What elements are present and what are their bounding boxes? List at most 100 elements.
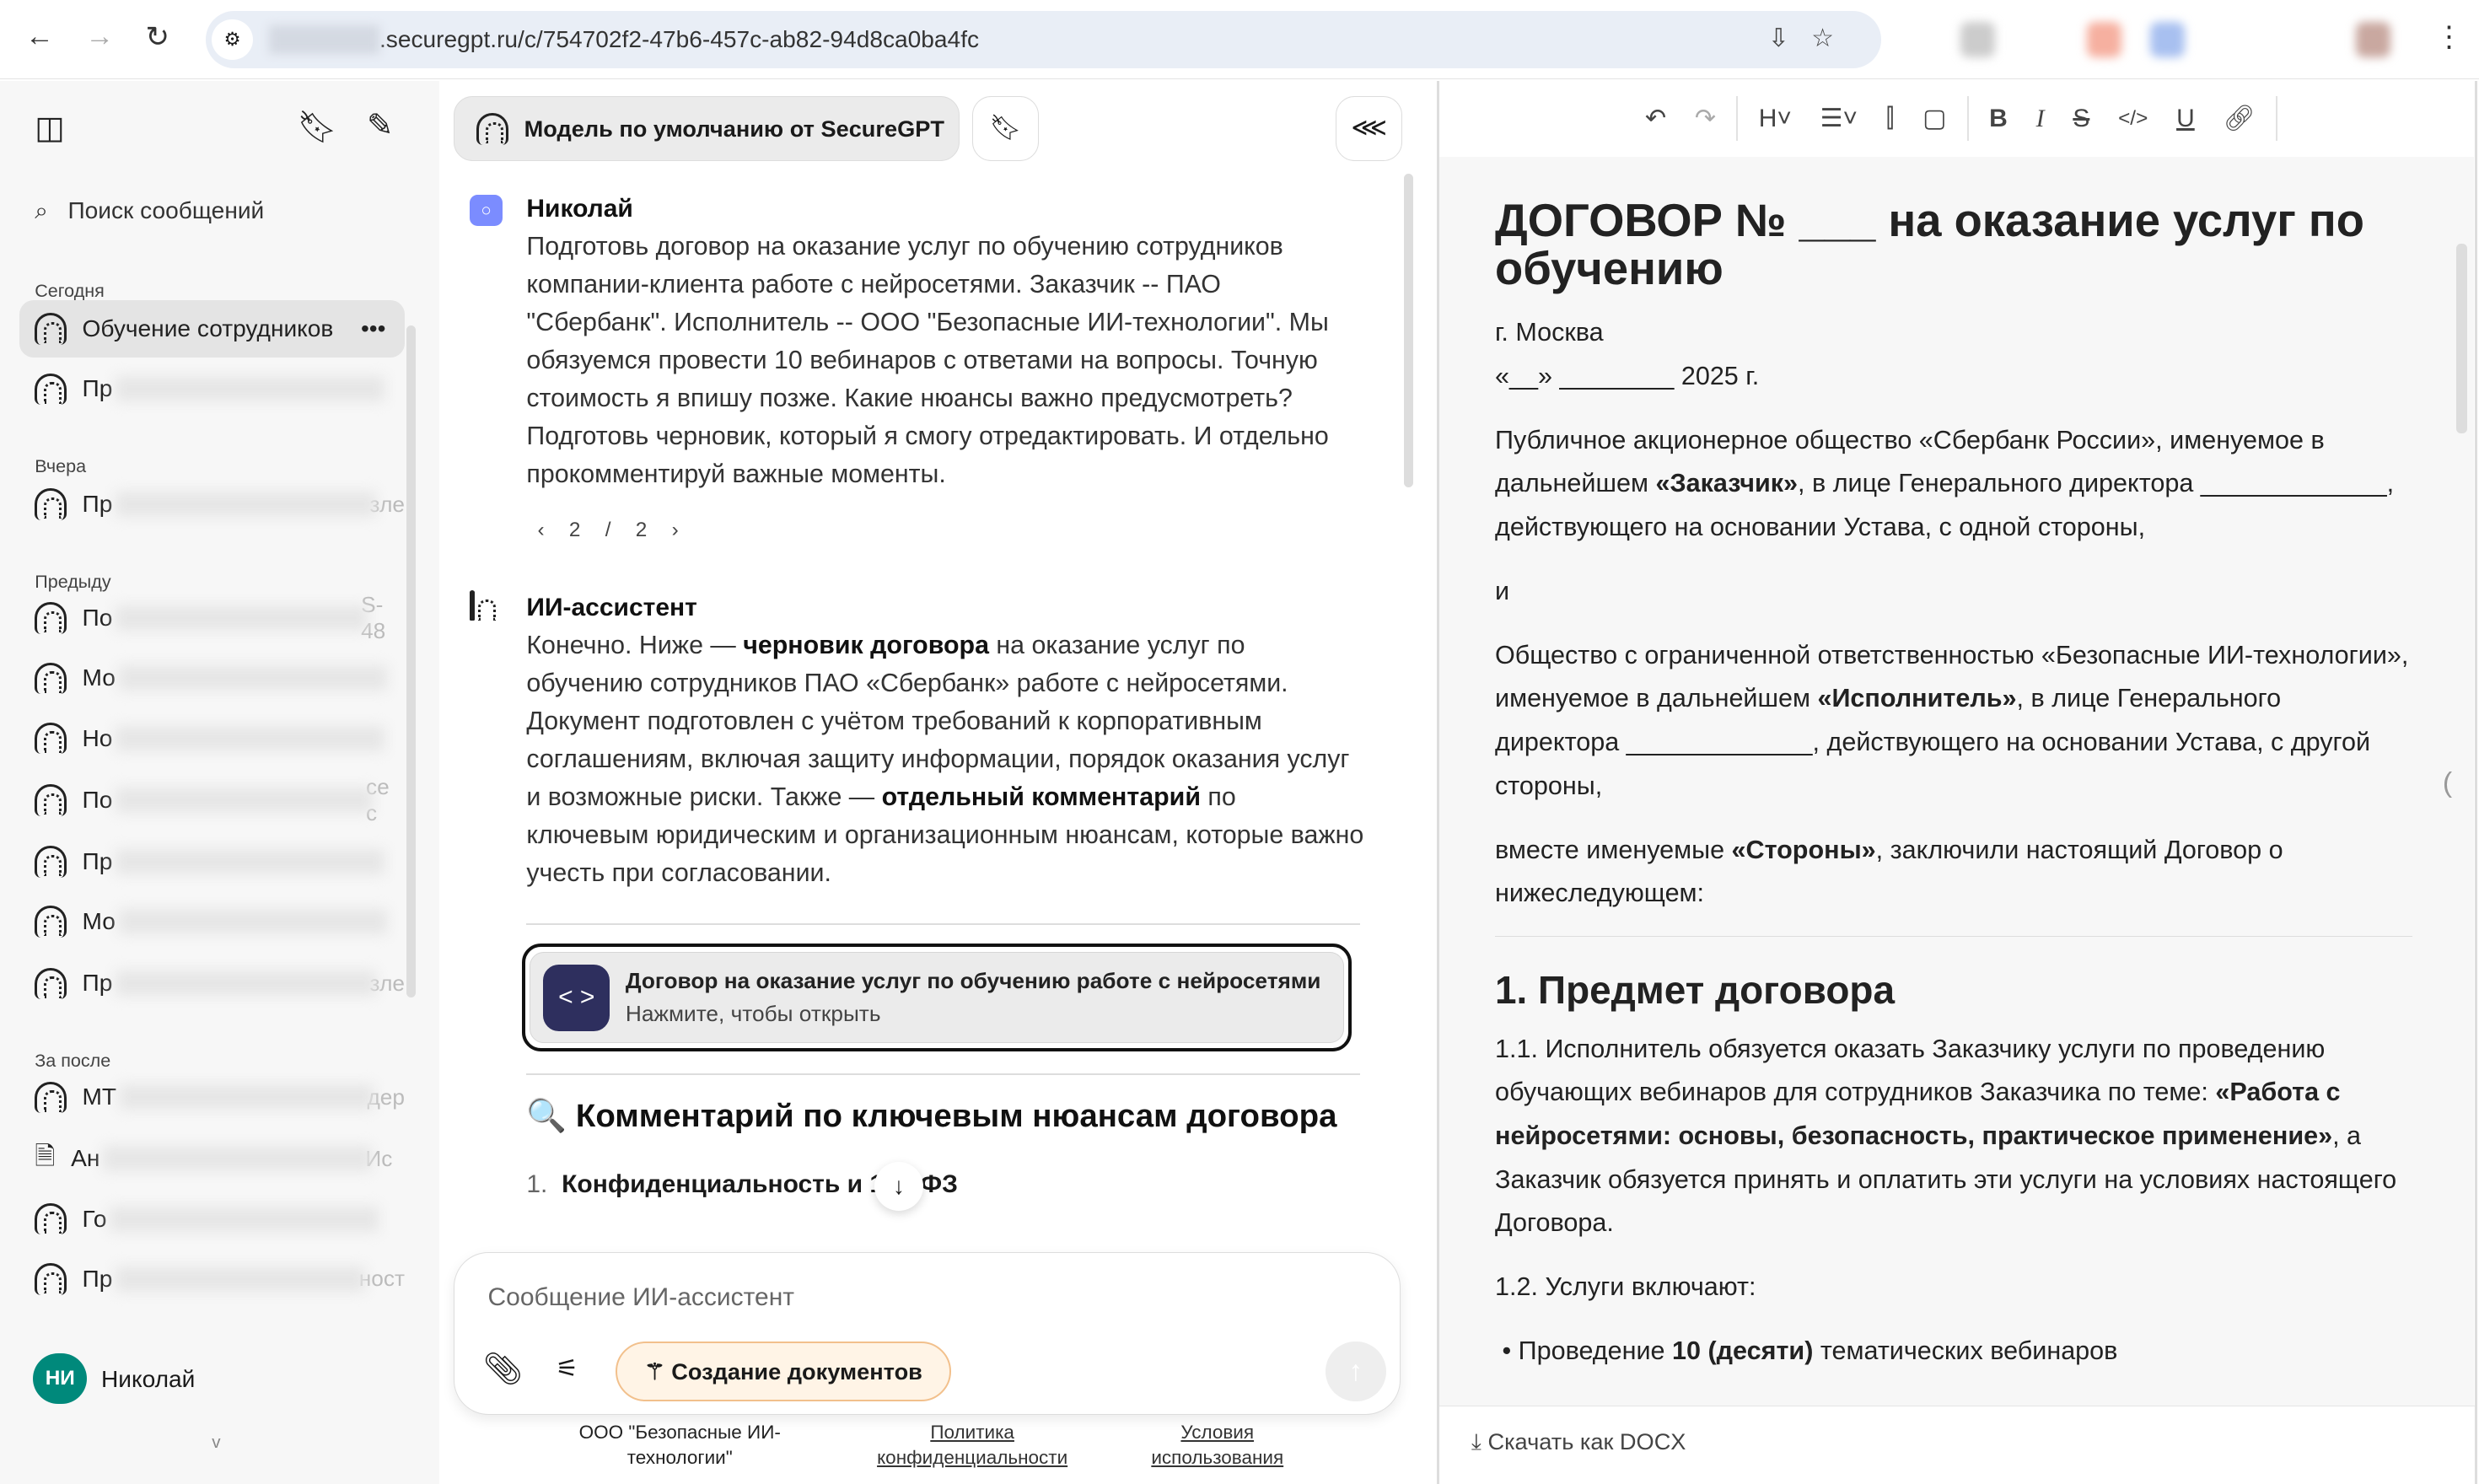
user-message: Николай Подготовь договор на оказание ус… [526,190,1364,493]
artifact-subtitle: Нажмите, чтобы открыть [625,1000,881,1026]
document-content[interactable]: ДОГОВОР № ___ на оказание услуг по обуче… [1439,156,2474,1406]
document-title: ДОГОВОР № ___ на оказание услуг по обуче… [1495,195,2364,294]
code-block-icon[interactable]: ▢ [1922,104,1946,133]
sidebar-chat-item[interactable]: Пр зле [19,476,405,533]
paragraph: Общество с ограниченной ответственностью… [1495,640,2409,800]
sidebar-chat-item[interactable]: Но [19,710,406,767]
search-messages[interactable]: ⌕ Поиск сообщений [35,197,264,225]
chevron-down-icon[interactable]: v [212,1433,220,1453]
download-docx-button[interactable]: ⤓ Скачать как DOCX [1439,1405,2476,1481]
document-editor: ↶ ↷ H˅ ☰˅ ⫿ ▢ B I S </> U 🔗︎ ДОГОВОР № ___ на ока… [1437,80,2478,1484]
fingerprint-icon [35,1202,67,1235]
fingerprint-icon [35,722,67,755]
blurred-title [116,376,384,402]
fingerprint-icon [35,967,67,999]
code-icon[interactable]: </> [2118,107,2148,131]
underline-icon[interactable]: U [2176,105,2195,133]
fingerprint-icon [476,113,508,145]
share-button[interactable]: ⋘ [1336,96,1403,162]
chat-title: По [82,605,113,632]
sidebar-chat-item[interactable]: Пр [19,833,406,890]
footer-company: ООО "Безопасные ИИ-технологии" [578,1421,781,1468]
scroll-down-button[interactable]: ↓ [874,1162,923,1212]
send-button[interactable]: ↑ [1326,1342,1386,1402]
profile-icon[interactable] [2355,22,2390,57]
redo-icon[interactable]: ↷ [1695,104,1716,133]
fingerprint-icon [35,602,67,634]
chat-title: Ан [71,1145,100,1172]
fingerprint-icon [35,1081,67,1113]
create-documents-button[interactable]: ⚚ Создание документов [616,1342,951,1402]
site-settings-icon[interactable]: ⚙ [212,19,253,61]
list-icon[interactable]: ☰˅ [1820,104,1858,133]
code-icon: < > [543,964,610,1031]
assistant-message-text: Конечно. Ниже — черновик договора на ока… [526,631,1364,887]
sidebar-chat-item[interactable]: Пр зле [19,955,405,1013]
strikethrough-icon[interactable]: S [2073,105,2089,133]
blurred-title [118,909,388,935]
new-chat-icon[interactable]: ✎ [367,106,393,143]
chat-scrollbar[interactable] [1404,174,1414,487]
date: «__» ________ 2025 г. [1495,361,1760,390]
blurred-title [116,787,373,813]
extension-icon[interactable] [2150,22,2186,57]
avatar[interactable]: НИ [33,1353,88,1404]
search-placeholder: Поиск сообщений [67,197,265,224]
blurred-title [116,848,384,874]
sidebar-chat-item[interactable]: Обучение сотрудников ••• [19,300,405,358]
panel-resize-handle[interactable]: ( [2443,766,2452,799]
bookmark-chat-button[interactable]: 🔖︎ [972,96,1039,162]
undo-icon[interactable]: ↶ [1645,104,1666,133]
sidebar-chat-item[interactable]: Пр ност [19,1250,405,1308]
bold-icon[interactable]: B [1989,105,2008,133]
artifact-card[interactable]: < > Договор на оказание услуг по обучени… [521,944,1352,1051]
sidebar-chat-item[interactable]: По се с [19,772,406,829]
model-selector[interactable]: Модель по умолчанию от SecureGPT [454,96,960,162]
menu-icon[interactable]: ⋮ [2435,20,2464,54]
address-bar[interactable]: ⚙ .securegpt.ru/c/754702f2-47b6-457c-ab8… [205,11,1882,68]
url-text: .securegpt.ru/c/754702f2-47b6-457c-ab82-… [379,25,980,52]
chat-title: Пр [82,1265,113,1292]
more-options-icon[interactable]: ••• [361,315,386,342]
sidebar-chat-item[interactable]: Мо [19,893,406,950]
user-name[interactable]: Николай [101,1366,195,1393]
prev-icon[interactable]: ‹ [538,519,545,541]
assistant-message: ИИ-ассистент Конечно. Ниже — черновик до… [526,589,1364,892]
paragraph: Публичное акционерное общество «Сбербанк… [1495,425,2395,541]
artifact-title: Договор на оказание услуг по обучению ра… [625,968,1321,994]
settings-sliders-icon[interactable]: ⚟ [556,1354,578,1384]
sidebar-chat-item[interactable]: По S-48 [19,589,406,647]
chat-title: Пр [82,491,113,518]
chat-title: Го [82,1205,107,1232]
extension-icon[interactable] [2087,22,2122,57]
sidebar-chat-item[interactable]: Пр [19,361,406,418]
italic-icon[interactable]: I [2036,105,2045,133]
toggle-sidebar-icon[interactable]: ◫ [35,109,64,146]
link-icon[interactable]: 🔗︎ [2223,104,2255,133]
terms-link[interactable]: Условия использования [1131,1420,1304,1471]
message-input[interactable]: Сообщение ИИ-ассистент [488,1283,795,1312]
chat-title: Обучение сотрудников [82,315,334,341]
sidebar-chat-item[interactable]: МТ дер [19,1069,405,1126]
sidebar-chat-item[interactable]: Мо [19,650,406,707]
attach-icon[interactable]: 📎︎ [483,1351,524,1388]
message-pager[interactable]: ‹ 2 / 2 › [538,519,679,542]
extension-icon[interactable] [1960,22,1996,57]
reload-icon[interactable]: ↻ [146,20,169,54]
download-icon: ⤓ [1471,1428,1481,1455]
forward-icon[interactable]: → [85,20,114,53]
assistant-name: ИИ-ассистент [526,593,697,621]
sidebar-chat-item[interactable]: Го [19,1191,406,1248]
paragraph: 1.2. Услуги включают: [1495,1272,1756,1301]
document-scrollbar[interactable] [2456,243,2468,433]
heading-icon[interactable]: H˅ [1759,105,1792,133]
sidebar-scrollbar[interactable] [406,325,417,998]
align-icon[interactable]: ⫿ [1886,105,1895,133]
bookmark-icon[interactable]: 🔖︎ [298,109,338,146]
next-icon[interactable]: › [672,519,679,541]
bookmark-star-icon[interactable]: ⇩☆ [1768,24,1857,53]
back-icon[interactable]: ← [25,20,54,53]
sidebar-chat-item[interactable]: 🗎︎ Ан Ис [19,1131,406,1188]
blurred-title [103,1146,372,1172]
privacy-link[interactable]: Политика конфиденциальности [862,1420,1084,1471]
